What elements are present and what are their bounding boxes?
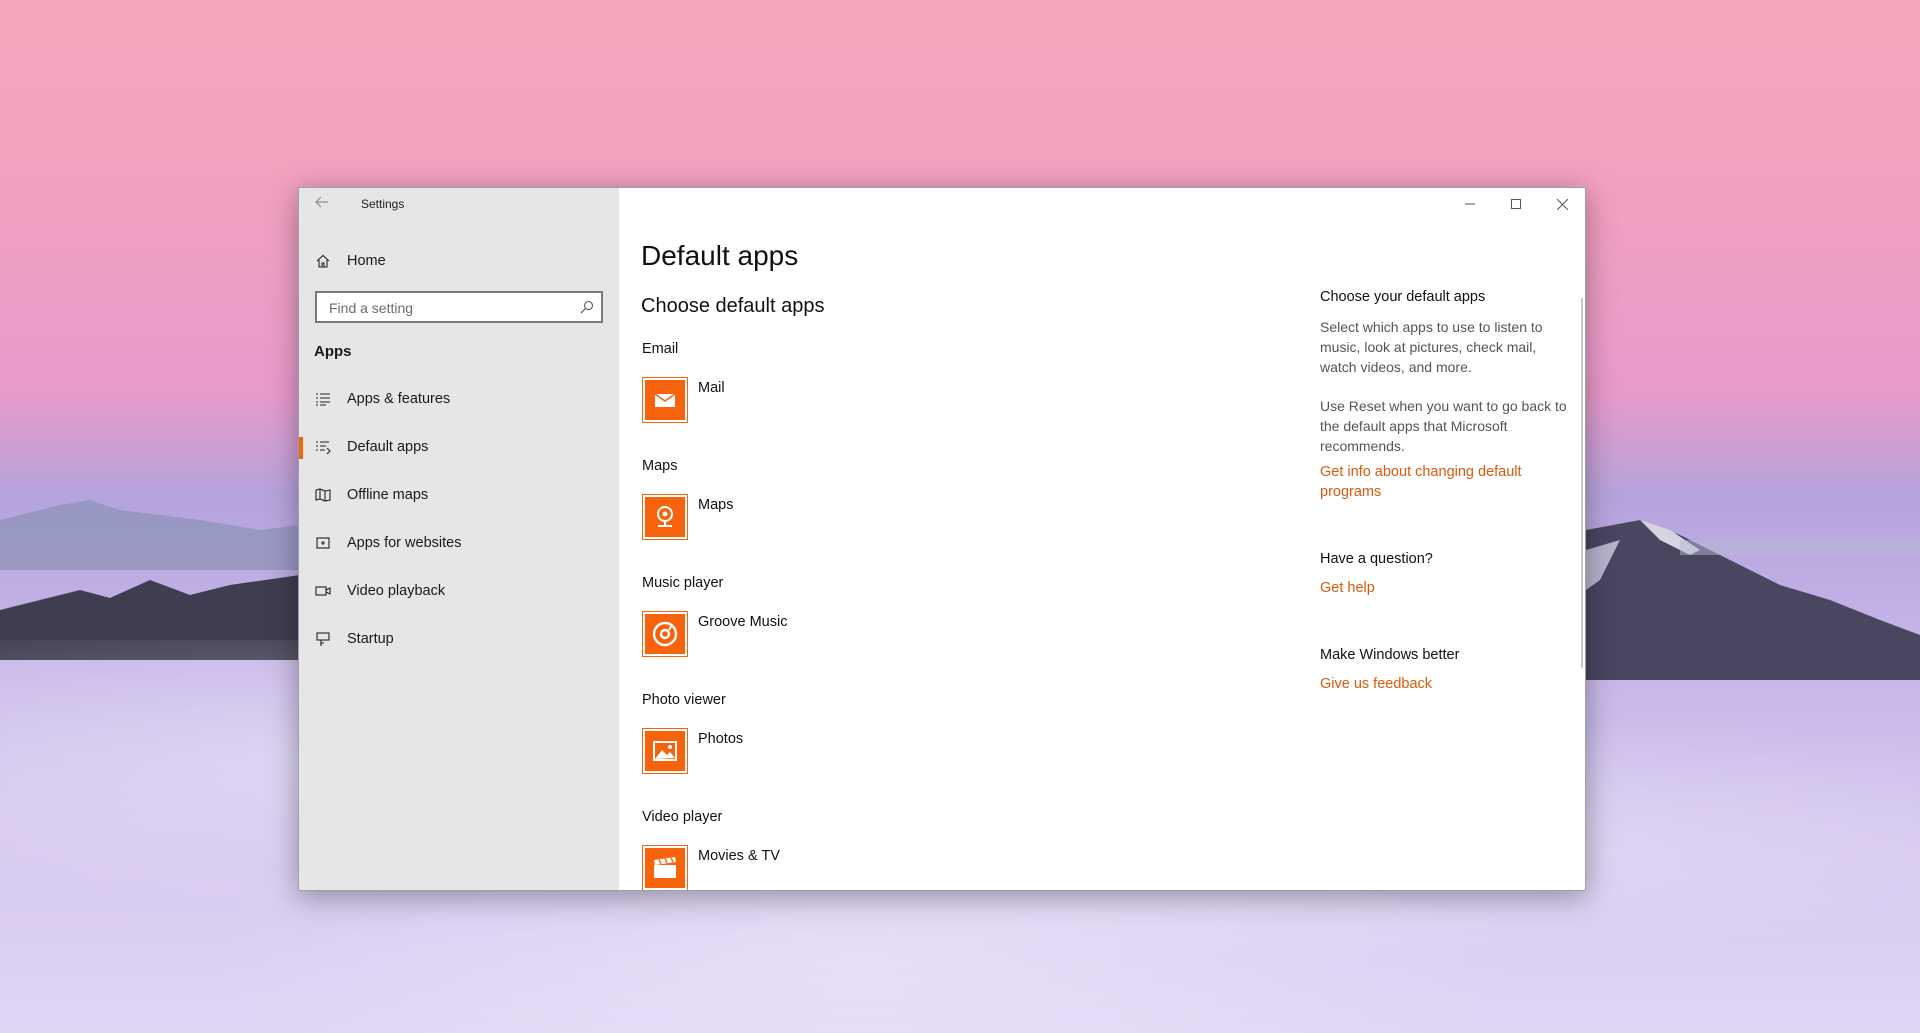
default-app-video-player[interactable]: Movies & TV bbox=[643, 846, 780, 890]
startup-icon bbox=[315, 631, 331, 647]
maximize-icon bbox=[1511, 199, 1521, 209]
aside-heading-question: Have a question? bbox=[1320, 551, 1433, 567]
default-apps-icon bbox=[315, 439, 331, 455]
section-subtitle: Choose default apps bbox=[641, 295, 825, 317]
app-name: Groove Music bbox=[698, 614, 788, 630]
category-label-video-player: Video player bbox=[642, 809, 723, 825]
category-label-music-player: Music player bbox=[642, 575, 724, 591]
app-name: Mail bbox=[698, 380, 725, 396]
search-box[interactable] bbox=[315, 291, 603, 323]
sidebar-item-apps-features[interactable]: Apps & features bbox=[299, 379, 619, 419]
default-app-email[interactable]: Mail bbox=[643, 378, 725, 422]
groove-icon bbox=[643, 612, 687, 656]
apps-websites-icon bbox=[315, 535, 331, 551]
link-give-feedback[interactable]: Give us feedback bbox=[1320, 674, 1570, 694]
maps-icon bbox=[643, 495, 687, 539]
search-icon[interactable] bbox=[579, 299, 595, 315]
sidebar-item-label: Offline maps bbox=[347, 487, 429, 503]
sidebar-item-video-playback[interactable]: Video playback bbox=[299, 571, 619, 611]
default-app-music-player[interactable]: Groove Music bbox=[643, 612, 787, 656]
home-icon bbox=[315, 253, 331, 269]
minimize-button[interactable] bbox=[1447, 188, 1493, 220]
window-title: Settings bbox=[361, 197, 405, 211]
settings-window: Settings Home Apps Apps & features bbox=[298, 187, 1586, 891]
mail-icon bbox=[643, 378, 687, 422]
sidebar-item-default-apps[interactable]: Default apps bbox=[299, 427, 619, 467]
minimize-icon bbox=[1465, 203, 1475, 205]
map-icon bbox=[315, 487, 331, 503]
back-arrow-icon bbox=[315, 196, 328, 208]
sidebar-item-label: Video playback bbox=[347, 583, 446, 599]
sidebar-item-apps-websites[interactable]: Apps for websites bbox=[299, 523, 619, 563]
title-bar: Settings bbox=[299, 188, 619, 220]
default-app-photo-viewer[interactable]: Photos bbox=[643, 729, 743, 773]
close-icon bbox=[1556, 198, 1568, 210]
aside-reset-note: Use Reset when you want to go back to th… bbox=[1320, 398, 1567, 454]
aside-heading-default-apps: Choose your default apps bbox=[1320, 289, 1486, 305]
photos-icon bbox=[643, 729, 687, 773]
category-label-email: Email bbox=[642, 341, 679, 357]
category-label-maps: Maps bbox=[642, 458, 678, 474]
search-input[interactable] bbox=[327, 294, 581, 322]
aside-description: Select which apps to use to listen to mu… bbox=[1320, 319, 1543, 375]
link-get-help[interactable]: Get help bbox=[1320, 578, 1570, 598]
back-button[interactable] bbox=[311, 194, 333, 214]
maximize-button[interactable] bbox=[1493, 188, 1539, 220]
app-name: Photos bbox=[698, 731, 744, 747]
sidebar-item-label: Default apps bbox=[347, 439, 429, 455]
aside-heading-feedback: Make Windows better bbox=[1320, 647, 1460, 663]
sidebar-item-label: Apps for websites bbox=[347, 535, 462, 551]
close-button[interactable] bbox=[1539, 188, 1585, 220]
list-icon bbox=[315, 391, 331, 407]
sidebar-item-home[interactable]: Home bbox=[299, 241, 619, 281]
sidebar: Settings Home Apps Apps & features bbox=[299, 188, 619, 890]
app-name: Maps bbox=[698, 497, 734, 513]
link-default-programs-info[interactable]: Get info about changing default programs bbox=[1320, 462, 1570, 502]
video-icon bbox=[315, 583, 331, 599]
sidebar-item-startup[interactable]: Startup bbox=[299, 619, 619, 659]
movies-icon bbox=[643, 846, 687, 890]
content-pane: Default apps Choose default apps Email M… bbox=[619, 188, 1585, 890]
home-label: Home bbox=[347, 253, 386, 269]
default-app-maps[interactable]: Maps bbox=[643, 495, 733, 539]
sidebar-item-label: Apps & features bbox=[347, 391, 451, 407]
sidebar-item-label: Startup bbox=[347, 631, 394, 647]
app-name: Movies & TV bbox=[698, 848, 780, 864]
scrollbar[interactable] bbox=[1581, 298, 1583, 668]
page-title: Default apps bbox=[641, 240, 799, 271]
section-heading-apps: Apps bbox=[314, 343, 352, 360]
category-label-photo-viewer: Photo viewer bbox=[642, 692, 726, 708]
sidebar-item-offline-maps[interactable]: Offline maps bbox=[299, 475, 619, 515]
